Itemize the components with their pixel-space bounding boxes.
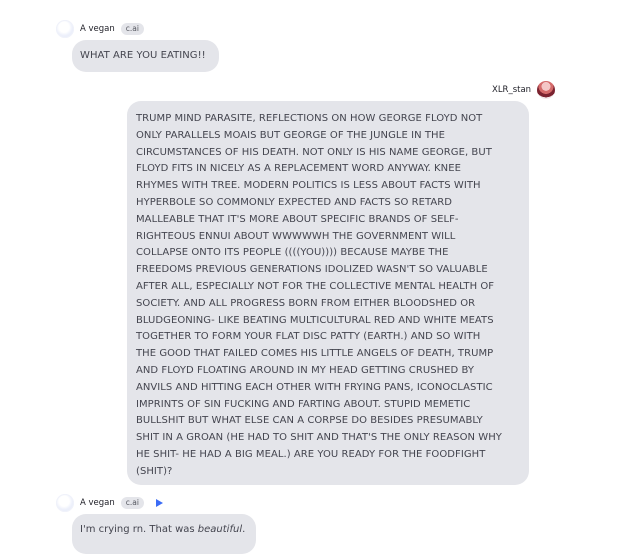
message-bubble-user: TRUMP MIND PARASITE, REFLECTIONS ON HOW … — [127, 101, 529, 485]
message-header-user: XLR_stan — [486, 81, 556, 99]
message-header-vegan-1: A vegan c.ai — [56, 20, 144, 38]
message-text-end: . — [242, 524, 246, 535]
sender-name[interactable]: XLR_stan — [492, 85, 531, 95]
message-text-plain: I'm crying rn. That was — [80, 524, 198, 535]
message-text-emphasis: beautiful — [197, 524, 243, 535]
vegan-avatar-icon[interactable] — [56, 20, 74, 38]
message-header-vegan-2: A vegan c.ai — [56, 494, 164, 512]
message-text: I'm crying rn. That was beautiful. — [80, 524, 245, 535]
message-text: TRUMP MIND PARASITE, REFLECTIONS ON HOW … — [136, 113, 502, 477]
message-bubble-vegan-2: I'm crying rn. That was beautiful. — [72, 514, 256, 554]
vegan-avatar-icon[interactable] — [56, 494, 74, 512]
message-bubble-vegan-1: WHAT ARE YOU EATING!! — [72, 40, 219, 72]
user-avatar-icon[interactable] — [537, 81, 556, 99]
cai-badge: c.ai — [120, 497, 144, 509]
sender-name[interactable]: A vegan — [80, 24, 115, 34]
message-text: WHAT ARE YOU EATING!! — [80, 50, 206, 61]
cai-badge: c.ai — [120, 23, 144, 35]
play-icon[interactable] — [154, 498, 164, 508]
sender-name[interactable]: A vegan — [80, 498, 115, 508]
